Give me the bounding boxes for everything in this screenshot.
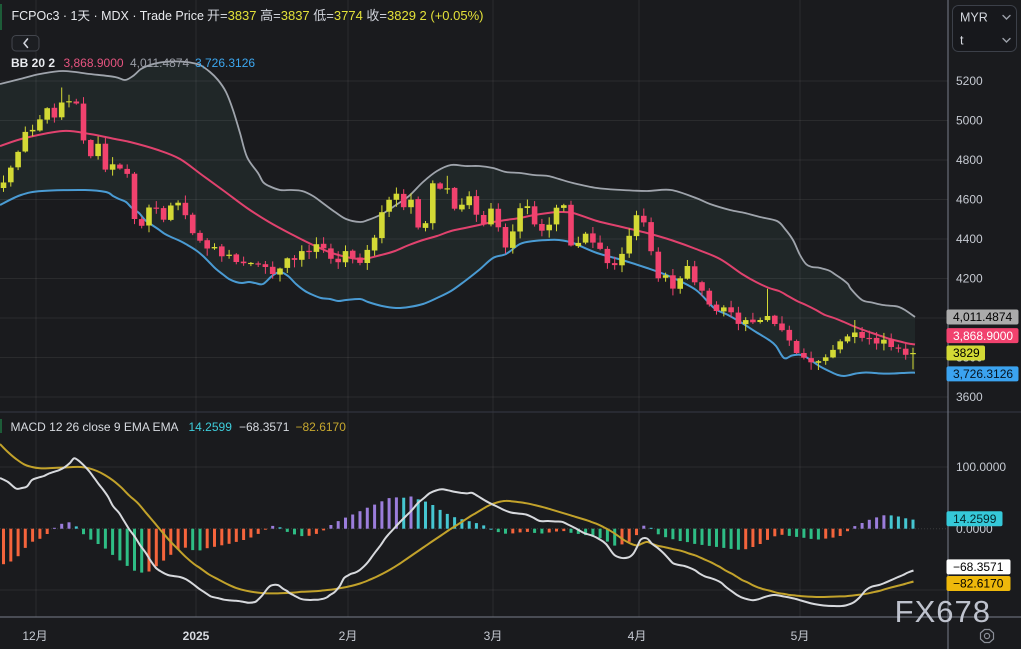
svg-text:100.0000: 100.0000 (956, 460, 1006, 474)
svg-text:−82.6170: −82.6170 (953, 577, 1004, 591)
svg-text:FCPOc3 · 1天 · MDX · Trade Pric: FCPOc3 · 1天 · MDX · Trade Price (12, 9, 204, 23)
svg-text:12月: 12月 (22, 629, 47, 643)
svg-text:4,011.4874: 4,011.4874 (953, 310, 1012, 324)
svg-text:3,868.9000: 3,868.9000 (64, 56, 124, 70)
svg-text:3600: 3600 (956, 390, 983, 404)
svg-text:14.2599: 14.2599 (953, 512, 997, 526)
svg-text:MYR: MYR (960, 11, 988, 25)
svg-text:开=3837 高=3837 低=3774 收=3829 2: 开=3837 高=3837 低=3774 收=3829 2 (+0.05%) (207, 8, 484, 23)
svg-text:3,868.9000: 3,868.9000 (953, 329, 1013, 343)
svg-text:4月: 4月 (628, 629, 647, 643)
svg-text:5000: 5000 (956, 114, 983, 128)
svg-text:3,726.3126: 3,726.3126 (195, 56, 255, 70)
svg-text:BB 20 2: BB 20 2 (11, 56, 55, 70)
svg-text:2月: 2月 (339, 629, 358, 643)
svg-text:14.2599: 14.2599 (189, 420, 233, 434)
svg-text:4800: 4800 (956, 153, 983, 167)
svg-text:t: t (960, 34, 964, 48)
svg-text:5200: 5200 (956, 74, 983, 88)
svg-text:FX678: FX678 (895, 594, 991, 629)
svg-text:4,011.4874: 4,011.4874 (130, 56, 189, 70)
svg-text:−68.3571: −68.3571 (239, 420, 290, 434)
svg-text:MACD 12 26 close 9 EMA EMA: MACD 12 26 close 9 EMA EMA (11, 420, 179, 434)
svg-text:3829: 3829 (953, 346, 980, 360)
svg-text:4400: 4400 (956, 232, 983, 246)
svg-text:4600: 4600 (956, 193, 983, 207)
svg-text:−82.6170: −82.6170 (296, 420, 347, 434)
svg-text:3月: 3月 (484, 629, 503, 643)
svg-text:−68.3571: −68.3571 (953, 560, 1004, 574)
svg-text:5月: 5月 (791, 629, 810, 643)
svg-text:4200: 4200 (956, 272, 983, 286)
svg-text:3,726.3126: 3,726.3126 (953, 367, 1013, 381)
svg-text:2025: 2025 (183, 629, 210, 643)
